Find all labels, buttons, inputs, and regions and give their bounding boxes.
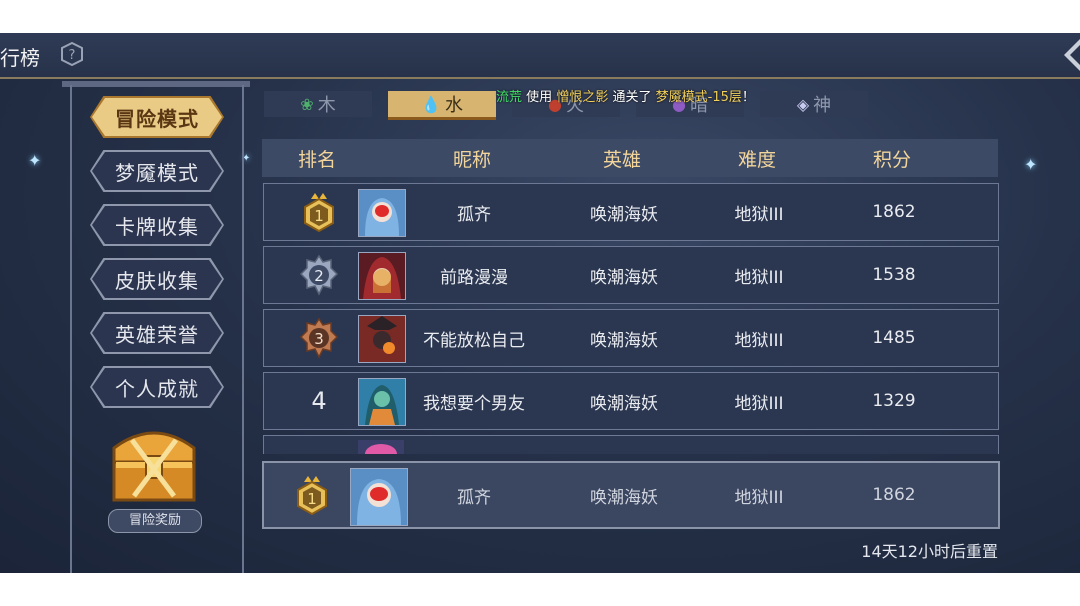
- score: 1329: [872, 391, 916, 411]
- rank-badge: 1: [264, 463, 360, 527]
- rank-number: 1: [307, 490, 317, 508]
- sparkle-icon: ✦: [28, 151, 42, 170]
- header-hero: 英雄: [602, 148, 641, 171]
- tab-wood[interactable]: ❀ 木: [264, 91, 372, 117]
- announce-level: 梦魇模式-15层: [655, 90, 742, 105]
- difficulty: 地狱III: [734, 267, 784, 288]
- menu-skin-collection[interactable]: 皮肤收集: [92, 260, 222, 298]
- table-row[interactable]: 3 不能放松自己 唤潮海妖 地狱III 1485: [263, 309, 999, 367]
- reset-timer: 14天12小时后重置: [861, 542, 998, 561]
- menu-personal-achievement[interactable]: 个人成就: [92, 368, 222, 406]
- tab-water[interactable]: 💧 水: [388, 91, 496, 120]
- difficulty: 地狱III: [734, 393, 784, 414]
- collapse-arrow-icon[interactable]: [1062, 39, 1080, 71]
- menu-nightmare-mode[interactable]: 梦魇模式: [92, 152, 222, 190]
- score: 1862: [872, 202, 916, 222]
- header-score: 积分: [872, 148, 911, 171]
- gold-rank-badge-icon: 1: [304, 193, 334, 233]
- svg-text:?: ?: [69, 48, 76, 63]
- announce-text: ！: [741, 90, 755, 105]
- difficulty: 地狱III: [734, 487, 784, 508]
- hero-name: 唤潮海妖: [590, 330, 658, 351]
- announce-hero: 憎恨之影: [556, 90, 609, 105]
- hero-name: 唤潮海妖: [590, 204, 658, 225]
- rank-number: 2: [314, 267, 324, 285]
- rank-number: 4: [311, 387, 327, 415]
- avatar[interactable]: [358, 252, 406, 300]
- tab-divine[interactable]: ◈ 神: [760, 91, 868, 117]
- top-bar: 行榜 ?: [0, 33, 1080, 79]
- rank-number: 3: [314, 330, 324, 348]
- hero-name: 唤潮海妖: [590, 267, 658, 288]
- avatar[interactable]: [358, 189, 406, 237]
- score: 1485: [872, 328, 916, 348]
- table-row-partial: [263, 435, 999, 454]
- header-name: 昵称: [452, 148, 491, 171]
- menu-hero-honor[interactable]: 英雄荣誉: [92, 314, 222, 352]
- sparkle-icon: ✦: [1024, 155, 1038, 174]
- divine-icon: ◈: [796, 94, 810, 114]
- menu-card-collection[interactable]: 卡牌收集: [92, 206, 222, 244]
- tab-label: 水: [444, 95, 463, 116]
- announce-text: 使用: [526, 90, 553, 105]
- score: 1862: [872, 485, 916, 505]
- game-screen: 行榜 ? ✦ ✦ ✦ 冒险模式 梦魇模式 卡牌收集 皮肤收集 英雄荣誉 个人成就…: [0, 33, 1080, 573]
- header-difficulty: 难度: [737, 148, 776, 171]
- player-name: 不能放松自己: [423, 330, 525, 351]
- player-name: 前路漫漫: [440, 267, 508, 288]
- score: 1538: [872, 265, 916, 285]
- menu-adventure-mode[interactable]: 冒险模式: [92, 98, 222, 136]
- page-title: 行榜: [0, 46, 40, 70]
- player-name: 孤齐: [457, 487, 491, 508]
- announce-player: 流荒: [496, 90, 523, 105]
- avatar[interactable]: [358, 378, 406, 426]
- hero-name: 唤潮海妖: [590, 393, 658, 414]
- hero-name: 唤潮海妖: [590, 487, 658, 508]
- avatar: [358, 440, 404, 454]
- tab-label: 神: [813, 95, 832, 116]
- avatar[interactable]: [350, 468, 408, 526]
- silver-rank-badge-icon: 2: [299, 254, 339, 296]
- water-drop-icon: 💧: [421, 94, 441, 114]
- table-row[interactable]: 4 我想要个男友 唤潮海妖 地狱III 1329: [263, 372, 999, 430]
- table-row[interactable]: 2 前路漫漫 唤潮海妖 地狱III 1538: [263, 246, 999, 304]
- announcement-ticker: 流荒 使用 憎恨之影 通关了 梦魇模式-15层！: [496, 86, 755, 106]
- avatar[interactable]: [358, 315, 406, 363]
- difficulty: 地狱III: [734, 330, 784, 351]
- difficulty: 地狱III: [734, 204, 784, 225]
- announce-text: 通关了: [612, 90, 652, 105]
- gold-rank-badge-icon: 1: [297, 476, 327, 516]
- treasure-chest-icon[interactable]: [106, 418, 202, 506]
- bronze-rank-badge-icon: 3: [299, 317, 339, 359]
- my-rank-row[interactable]: 1 孤齐 唤潮海妖 地狱III 1862: [262, 461, 1000, 529]
- leaderboard-header: 排名 昵称 英雄 难度 积分: [262, 139, 998, 177]
- tab-label: 木: [317, 95, 336, 116]
- help-icon[interactable]: ?: [60, 42, 84, 66]
- leaf-icon: ❀: [300, 94, 314, 114]
- player-name: 我想要个男友: [423, 393, 525, 414]
- adventure-reward-label[interactable]: 冒险奖励: [108, 509, 202, 533]
- header-rank: 排名: [297, 148, 336, 171]
- table-row[interactable]: 1 孤齐 唤潮海妖 地狱III 1862: [263, 183, 999, 241]
- rank-number: 1: [314, 207, 324, 225]
- player-name: 孤齐: [457, 204, 491, 225]
